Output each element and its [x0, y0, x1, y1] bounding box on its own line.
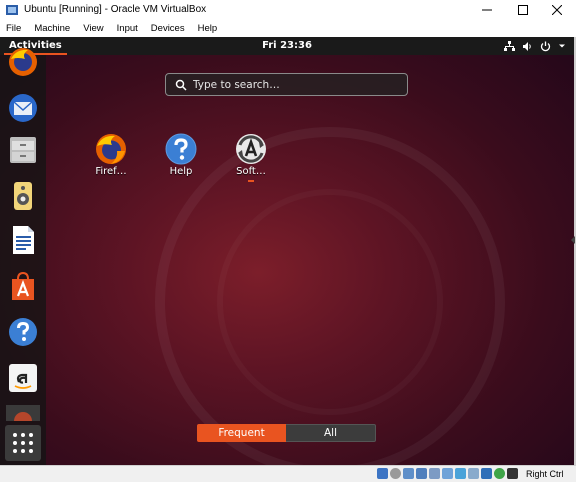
host-menubar: File Machine View Input Devices Help	[0, 20, 576, 37]
vm-statusbar: Right Ctrl	[0, 465, 576, 482]
thunderbird-icon[interactable]	[6, 91, 40, 125]
clock[interactable]: Fri 23:36	[262, 40, 312, 51]
app-firefox[interactable]: Firef…	[81, 133, 141, 185]
menu-devices[interactable]: Devices	[151, 23, 185, 34]
device-status-icons	[377, 468, 518, 481]
help-icon	[165, 133, 197, 165]
close-button[interactable]	[540, 0, 574, 20]
files-icon[interactable]	[6, 133, 40, 167]
amazon-icon[interactable]	[6, 361, 40, 395]
harddisk-icon[interactable]	[377, 468, 388, 479]
host-key-label[interactable]: Right Ctrl	[526, 469, 564, 479]
all-button[interactable]: All	[286, 424, 376, 442]
audio-icon[interactable]	[403, 468, 414, 479]
wallpaper-decoration	[155, 127, 505, 465]
menu-input[interactable]: Input	[117, 23, 138, 34]
network-adapter-icon[interactable]	[416, 468, 427, 479]
system-tray[interactable]	[504, 40, 566, 52]
menu-view[interactable]: View	[83, 23, 103, 34]
minimize-icon	[482, 9, 492, 11]
frequent-button[interactable]: Frequent	[197, 424, 286, 442]
app-label: Help	[169, 166, 193, 177]
app-help[interactable]: Help	[151, 133, 211, 185]
running-indicator	[248, 180, 254, 182]
menu-file[interactable]: File	[6, 23, 21, 34]
software-updater-icon	[236, 134, 266, 164]
dropdown-arrow-icon	[559, 44, 565, 48]
usb-icon[interactable]	[429, 468, 440, 479]
optical-drive-icon[interactable]	[390, 468, 401, 479]
firefox-icon[interactable]	[6, 45, 40, 79]
app-software-updater[interactable]: Soft…	[221, 133, 281, 185]
virtualbox-icon	[6, 5, 18, 15]
display-icon[interactable]	[455, 468, 466, 479]
app-label: Soft…	[236, 166, 266, 177]
window-titlebar[interactable]: Ubuntu [Running] - Oracle VM VirtualBox	[0, 0, 576, 20]
guest-screen[interactable]: Activities Fri 23:36 Type to search… Fir…	[0, 37, 574, 465]
minimize-button[interactable]	[470, 0, 504, 20]
power-icon	[540, 41, 551, 51]
maximize-icon	[518, 5, 528, 15]
scroll-arrow-icon[interactable]	[571, 236, 575, 244]
keyboard-icon[interactable]	[507, 468, 518, 479]
gnome-topbar: Activities Fri 23:36	[0, 37, 574, 55]
ubuntu-software-icon[interactable]	[6, 269, 40, 303]
window-title: Ubuntu [Running] - Oracle VM VirtualBox	[24, 4, 207, 15]
search-icon	[175, 79, 187, 91]
ubuntu-icon[interactable]	[6, 405, 40, 421]
mouse-integration-icon[interactable]	[494, 468, 505, 479]
help-icon[interactable]	[6, 315, 40, 349]
menu-help[interactable]: Help	[198, 23, 218, 34]
maximize-button[interactable]	[506, 0, 540, 20]
menu-machine[interactable]: Machine	[34, 23, 70, 34]
show-applications-button[interactable]	[5, 425, 41, 461]
close-icon	[552, 5, 562, 15]
video-capture-icon[interactable]	[468, 468, 479, 479]
show-applications-icon	[13, 433, 33, 453]
shared-folders-icon[interactable]	[442, 468, 453, 479]
dock	[0, 48, 46, 465]
search-input[interactable]	[193, 76, 398, 93]
cpu-icon[interactable]	[481, 468, 492, 479]
app-label: Firef…	[95, 166, 127, 177]
libreoffice-writer-icon[interactable]	[6, 223, 40, 257]
network-icon	[504, 40, 515, 51]
firefox-icon	[96, 134, 126, 164]
view-switcher: Frequent All	[197, 424, 376, 442]
rhythmbox-icon[interactable]	[6, 179, 40, 213]
volume-icon	[523, 41, 531, 51]
search-box[interactable]	[165, 73, 408, 96]
